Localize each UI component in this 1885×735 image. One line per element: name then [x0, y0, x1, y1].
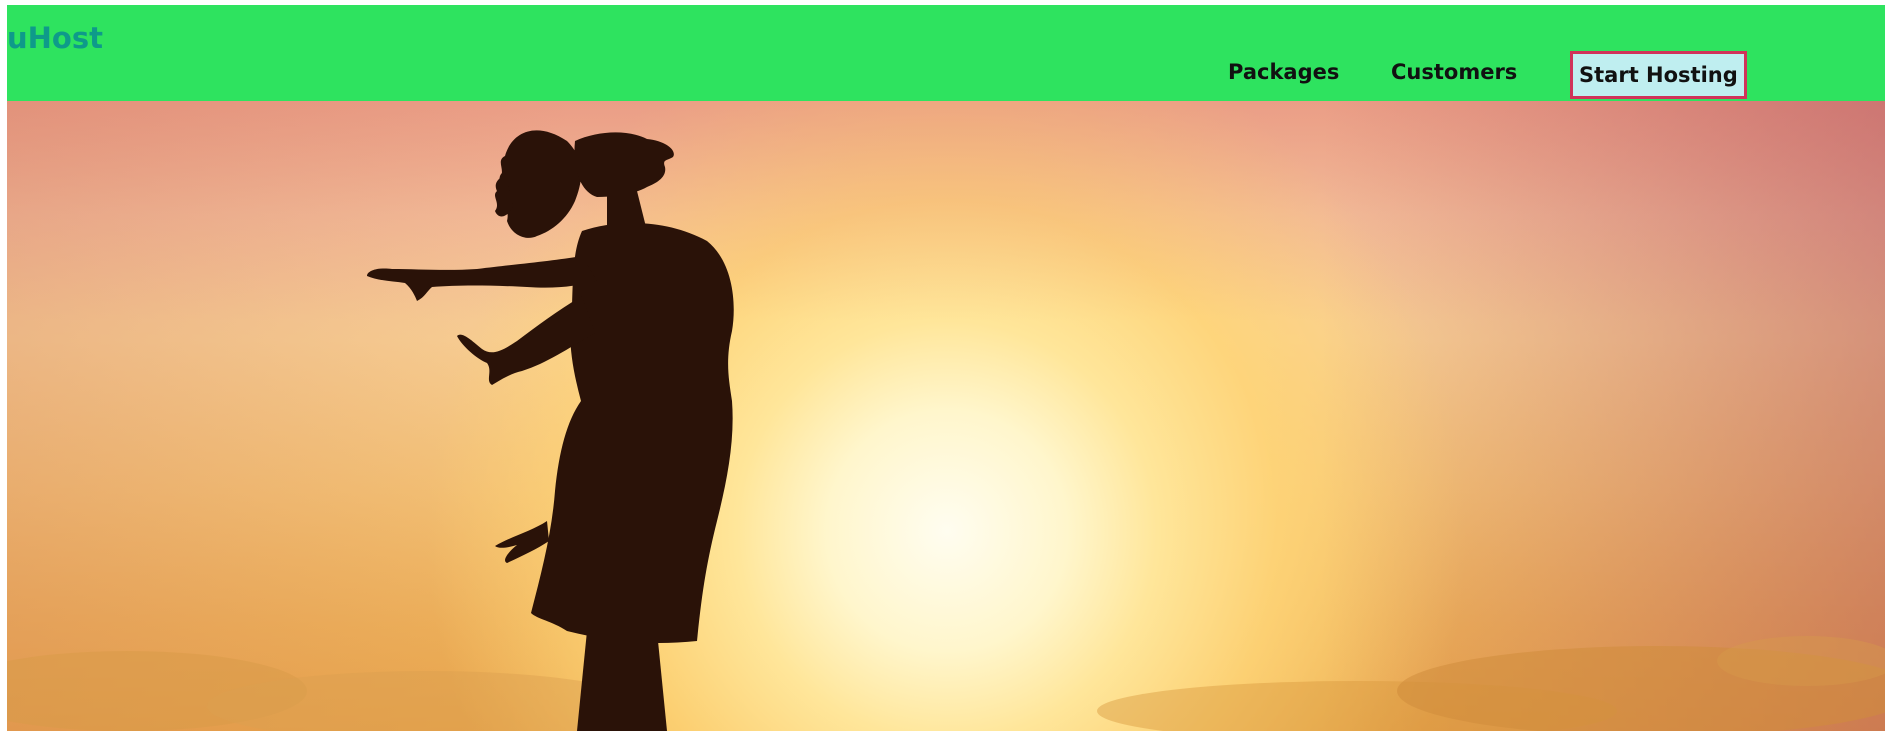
woman-silhouette-image — [367, 130, 734, 731]
start-hosting-button[interactable]: Start Hosting — [1570, 51, 1747, 99]
brand-logo-link[interactable]: uHost — [7, 21, 103, 55]
nav-item-customers[interactable]: Customers — [1391, 49, 1517, 95]
page: uHost Packages Customers Start Hosting — [0, 0, 1885, 735]
nav-item-packages[interactable]: Packages — [1228, 49, 1339, 95]
hero-banner — [7, 101, 1885, 731]
main-header: uHost Packages Customers Start Hosting — [7, 5, 1885, 101]
